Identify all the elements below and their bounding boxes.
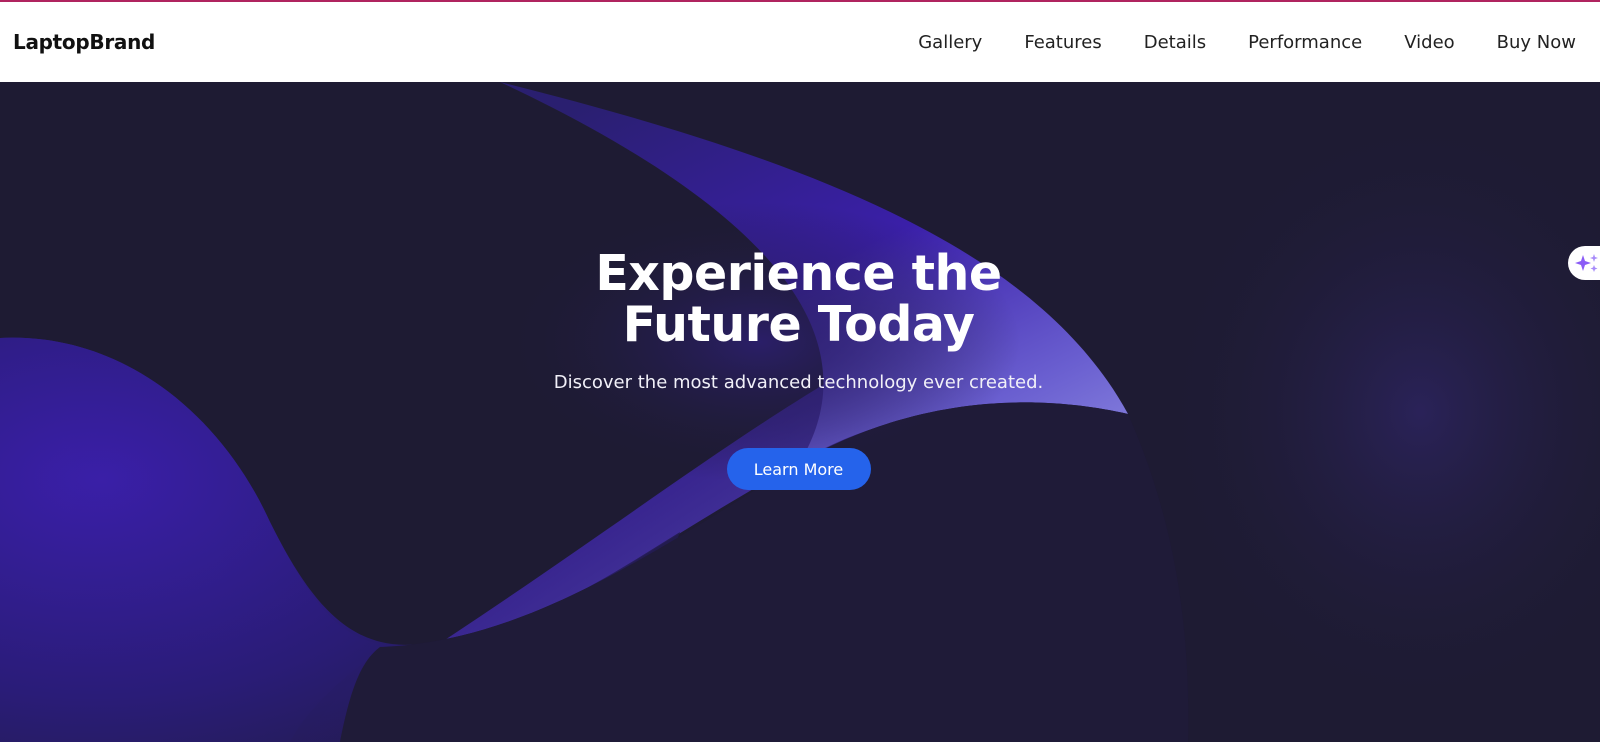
nav-links: Gallery Features Details Performance Vid… <box>876 2 1600 82</box>
nav-link-performance[interactable]: Performance <box>1248 32 1362 53</box>
nav-link-buy-now[interactable]: Buy Now <box>1497 32 1576 53</box>
nav-link-gallery[interactable]: Gallery <box>918 32 982 53</box>
nav-link-features[interactable]: Features <box>1024 32 1101 53</box>
sparkles-icon <box>1575 254 1598 272</box>
learn-more-button[interactable]: Learn More <box>726 448 871 490</box>
navbar: LaptopBrand Gallery Features Details Per… <box>0 2 1600 82</box>
hero-subtitle: Discover the most advanced technology ev… <box>553 372 1044 393</box>
assistant-widget-button[interactable] <box>1568 246 1600 280</box>
brand-logo[interactable]: LaptopBrand <box>13 30 155 54</box>
hero-section: Experience the Future Today Discover the… <box>0 82 1600 742</box>
hero-content: Experience the Future Today Discover the… <box>0 248 1597 490</box>
nav-link-details[interactable]: Details <box>1144 32 1206 53</box>
hero-title: Experience the Future Today <box>595 245 1002 353</box>
nav-link-video[interactable]: Video <box>1404 32 1454 53</box>
